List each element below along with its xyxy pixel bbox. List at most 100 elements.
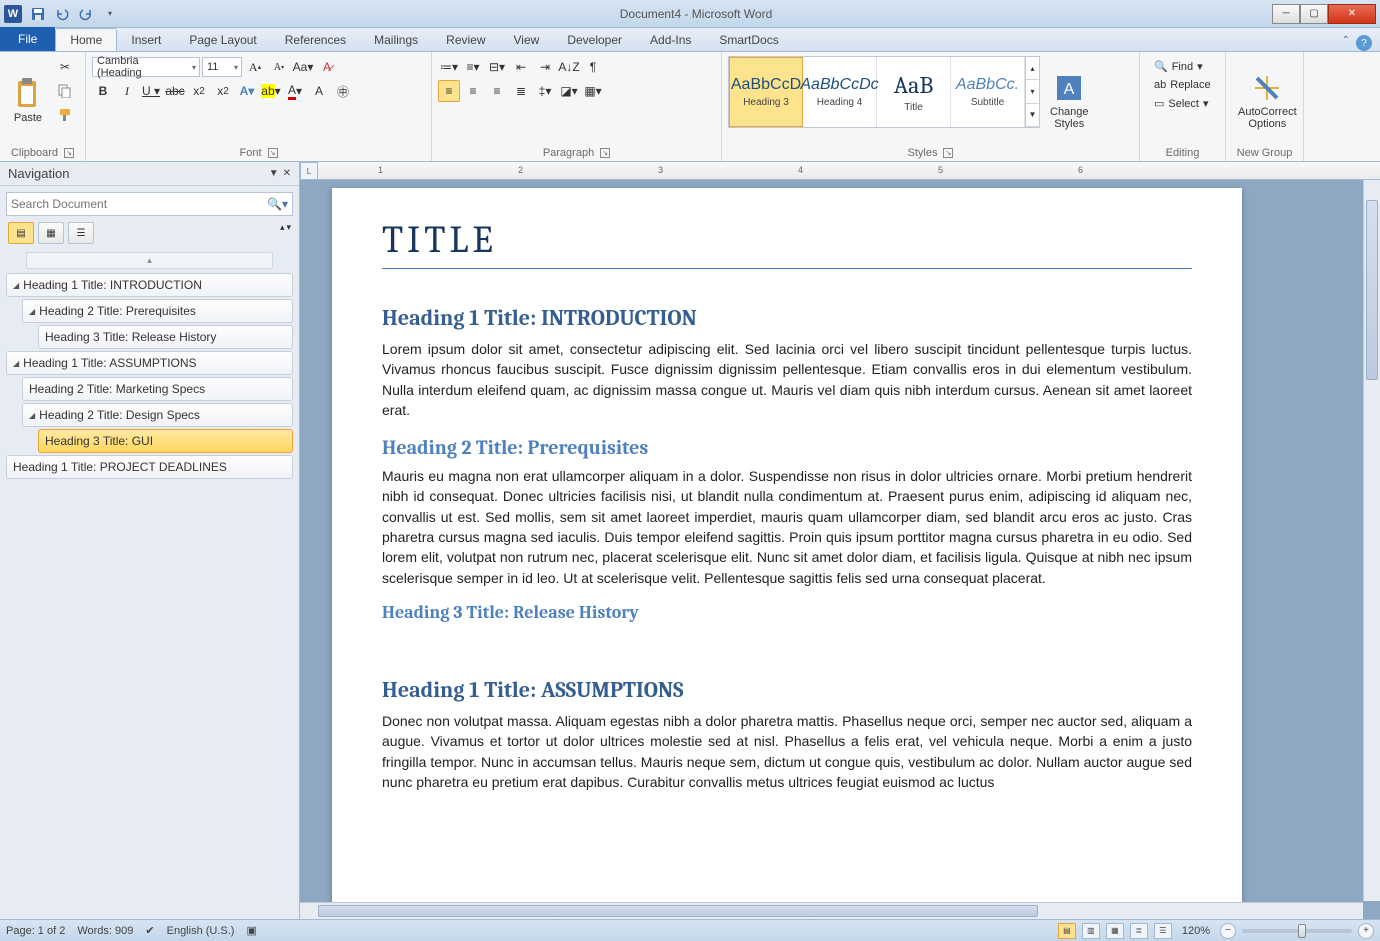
copy-icon[interactable]: [54, 80, 76, 102]
clear-formatting-icon[interactable]: A̷: [316, 56, 338, 78]
bullets-icon[interactable]: ≔▾: [438, 56, 460, 78]
tab-smartdocs[interactable]: SmartDocs: [705, 28, 792, 51]
view-draft[interactable]: ☰: [1154, 923, 1172, 939]
paragraph-dialog-launcher[interactable]: ↘: [600, 148, 610, 158]
gallery-more-icon[interactable]: ▼: [1026, 104, 1039, 127]
style-title[interactable]: AaB Title: [877, 57, 951, 127]
shading-icon[interactable]: ◪▾: [558, 80, 580, 102]
help-icon[interactable]: ?: [1356, 35, 1372, 51]
change-styles-button[interactable]: A Change Styles: [1044, 56, 1095, 145]
nav-collapse-handle[interactable]: ▴: [26, 252, 273, 269]
nav-tree-item[interactable]: Heading 1 Title: PROJECT DEADLINES: [6, 455, 293, 479]
page-indicator[interactable]: Page: 1 of 2: [6, 925, 65, 937]
show-marks-icon[interactable]: ¶: [582, 56, 604, 78]
nav-prev-icon[interactable]: ▴: [280, 222, 285, 244]
highlight-icon[interactable]: ab▾: [260, 80, 282, 102]
proofing-icon[interactable]: ✔: [145, 924, 154, 937]
horizontal-scrollbar[interactable]: [300, 902, 1363, 919]
file-tab[interactable]: File: [0, 27, 55, 51]
expand-icon[interactable]: ◢: [29, 411, 35, 420]
select-button[interactable]: ▭Select ▾: [1150, 95, 1215, 112]
zoom-out-button[interactable]: −: [1220, 923, 1236, 939]
document-scroll[interactable]: TITLE Heading 1 Title: INTRODUCTION Lore…: [300, 180, 1380, 919]
font-size-combo[interactable]: 11: [202, 57, 242, 77]
doc-paragraph[interactable]: Donec non volutpat massa. Aliquam egesta…: [382, 711, 1192, 792]
expand-icon[interactable]: ◢: [13, 359, 19, 368]
doc-heading3[interactable]: Heading 3 Title: Release History: [382, 602, 1192, 623]
format-painter-icon[interactable]: [54, 104, 76, 126]
tab-insert[interactable]: Insert: [117, 28, 175, 51]
replace-button[interactable]: abReplace: [1150, 77, 1215, 93]
tab-review[interactable]: Review: [432, 28, 499, 51]
view-full-screen[interactable]: ▥: [1082, 923, 1100, 939]
doc-heading1[interactable]: Heading 1 Title: ASSUMPTIONS: [382, 677, 1192, 703]
zoom-level[interactable]: 120%: [1182, 925, 1210, 937]
italic-button[interactable]: I: [116, 80, 138, 102]
nav-search-box[interactable]: 🔍▾: [6, 192, 293, 216]
save-icon[interactable]: [28, 4, 48, 24]
undo-icon[interactable]: [52, 4, 72, 24]
tab-page-layout[interactable]: Page Layout: [175, 28, 270, 51]
justify-icon[interactable]: ≣: [510, 80, 532, 102]
word-count[interactable]: Words: 909: [77, 925, 133, 937]
find-button[interactable]: 🔍Find ▾: [1150, 58, 1215, 75]
line-spacing-icon[interactable]: ‡▾: [534, 80, 556, 102]
language-indicator[interactable]: English (U.S.): [167, 925, 235, 937]
clipboard-dialog-launcher[interactable]: ↘: [64, 148, 74, 158]
vertical-scrollbar[interactable]: [1363, 180, 1380, 901]
zoom-in-button[interactable]: +: [1358, 923, 1374, 939]
tab-selector[interactable]: L: [300, 162, 318, 180]
change-case-icon[interactable]: Aa▾: [292, 56, 314, 78]
nav-close-icon[interactable]: ✕: [283, 168, 291, 179]
tab-add-ins[interactable]: Add-Ins: [636, 28, 705, 51]
ribbon-minimize-icon[interactable]: ⌃: [1342, 35, 1350, 51]
enclose-characters-icon[interactable]: ㊥: [332, 80, 354, 102]
expand-icon[interactable]: ◢: [13, 281, 19, 290]
redo-icon[interactable]: [76, 4, 96, 24]
font-name-combo[interactable]: Cambria (Heading: [92, 57, 200, 77]
borders-icon[interactable]: ▦▾: [582, 80, 604, 102]
nav-tab-pages[interactable]: ▦: [38, 222, 64, 244]
grow-font-icon[interactable]: A▴: [244, 56, 266, 78]
subscript-button[interactable]: x2: [188, 80, 210, 102]
tab-view[interactable]: View: [500, 28, 554, 51]
character-shading-icon[interactable]: A: [308, 80, 330, 102]
nav-tree-item[interactable]: ◢Heading 2 Title: Prerequisites: [22, 299, 293, 323]
qat-customize-icon[interactable]: ▾: [100, 4, 120, 24]
document-page[interactable]: TITLE Heading 1 Title: INTRODUCTION Lore…: [332, 188, 1242, 919]
nav-next-icon[interactable]: ▾: [286, 222, 291, 244]
bold-button[interactable]: B: [92, 80, 114, 102]
minimize-button[interactable]: ─: [1272, 4, 1300, 24]
autocorrect-options-button[interactable]: AutoCorrect Options: [1232, 56, 1303, 145]
style-subtitle[interactable]: AaBbCc. Subtitle: [951, 57, 1025, 127]
doc-paragraph[interactable]: Lorem ipsum dolor sit amet, consectetur …: [382, 339, 1192, 420]
scrollbar-thumb[interactable]: [318, 905, 1038, 917]
search-input[interactable]: [11, 197, 267, 211]
shrink-font-icon[interactable]: A▾: [268, 56, 290, 78]
nav-tab-results[interactable]: ☰: [68, 222, 94, 244]
search-icon[interactable]: 🔍▾: [267, 197, 288, 211]
font-color-icon[interactable]: A▾: [284, 80, 306, 102]
nav-tree-item[interactable]: ◢Heading 1 Title: INTRODUCTION: [6, 273, 293, 297]
gallery-down-icon[interactable]: ▾: [1026, 80, 1039, 103]
tab-mailings[interactable]: Mailings: [360, 28, 432, 51]
doc-heading2[interactable]: Heading 2 Title: Prerequisites: [382, 436, 1192, 459]
tab-home[interactable]: Home: [55, 28, 117, 51]
align-center-icon[interactable]: ≡: [462, 80, 484, 102]
nav-tab-headings[interactable]: ▤: [8, 222, 34, 244]
text-effects-icon[interactable]: A▾: [236, 80, 258, 102]
font-dialog-launcher[interactable]: ↘: [268, 148, 278, 158]
nav-tree-item[interactable]: Heading 3 Title: GUI: [38, 429, 293, 453]
increase-indent-icon[interactable]: ⇥: [534, 56, 556, 78]
align-right-icon[interactable]: ≡: [486, 80, 508, 102]
horizontal-ruler[interactable]: L 123456: [300, 162, 1380, 180]
macro-record-icon[interactable]: ▣: [246, 924, 256, 937]
zoom-slider-thumb[interactable]: [1298, 924, 1306, 938]
nav-tree-item[interactable]: ◢Heading 2 Title: Design Specs: [22, 403, 293, 427]
view-print-layout[interactable]: ▤: [1058, 923, 1076, 939]
doc-title[interactable]: TITLE: [382, 218, 1192, 269]
doc-paragraph[interactable]: Mauris eu magna non erat ullamcorper ali…: [382, 466, 1192, 588]
nav-dropdown-icon[interactable]: ▼: [269, 168, 279, 179]
close-button[interactable]: ✕: [1328, 4, 1376, 24]
scrollbar-thumb[interactable]: [1366, 200, 1378, 380]
